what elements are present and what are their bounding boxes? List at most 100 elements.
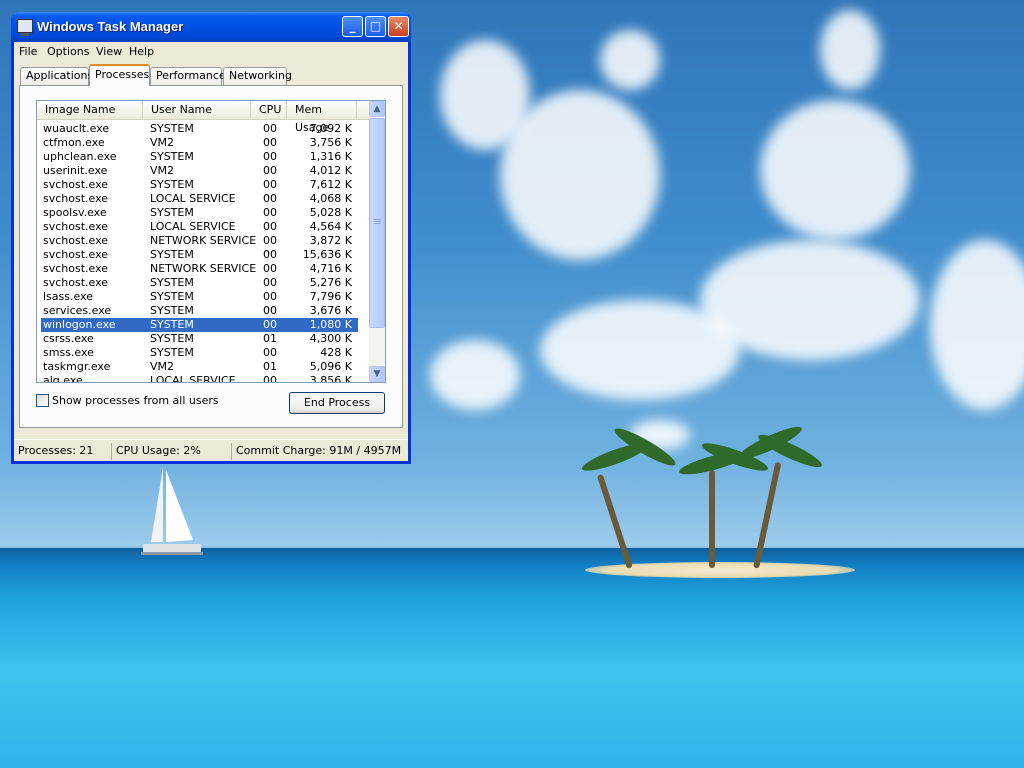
- table-row[interactable]: services.exe SYSTEM 00 3,676 K: [41, 304, 358, 318]
- table-row[interactable]: svchost.exe NETWORK SERVICE 00 4,716 K: [41, 262, 358, 276]
- task-manager-window: Windows Task Manager _ □ ✕ File Options …: [11, 12, 411, 464]
- process-name: svchost.exe: [43, 178, 109, 191]
- tab-processes[interactable]: Processes: [89, 64, 150, 86]
- table-row[interactable]: spoolsv.exe SYSTEM 00 5,028 K: [41, 206, 358, 220]
- process-mem: 3,872 K: [309, 234, 352, 247]
- process-cpu: 00: [263, 122, 277, 135]
- menu-bar: File Options View Help: [14, 42, 408, 61]
- process-name: svchost.exe: [43, 220, 109, 233]
- process-mem: 4,300 K: [309, 332, 352, 345]
- maximize-button[interactable]: □: [365, 16, 386, 37]
- process-name: lsass.exe: [43, 290, 93, 303]
- process-mem: 5,276 K: [309, 276, 352, 289]
- process-mem: 428 K: [320, 346, 352, 359]
- process-user: SYSTEM: [150, 332, 194, 345]
- process-name: smss.exe: [43, 346, 94, 359]
- process-mem: 3,676 K: [309, 304, 352, 317]
- process-name: services.exe: [43, 304, 112, 317]
- process-name: alg.exe: [43, 374, 83, 383]
- process-name: spoolsv.exe: [43, 206, 107, 219]
- scroll-up-button[interactable]: ▲: [369, 101, 385, 117]
- table-row[interactable]: svchost.exe NETWORK SERVICE 00 3,872 K: [41, 234, 358, 248]
- process-name: svchost.exe: [43, 262, 109, 275]
- tab-networking[interactable]: Networking: [223, 67, 292, 85]
- process-mem: 7,612 K: [309, 178, 352, 191]
- table-row[interactable]: userinit.exe VM2 00 4,012 K: [41, 164, 358, 178]
- vertical-scrollbar[interactable]: ▲ ▼: [369, 101, 385, 382]
- table-row[interactable]: lsass.exe SYSTEM 00 7,796 K: [41, 290, 358, 304]
- end-process-button[interactable]: End Process: [289, 392, 385, 414]
- show-all-users-label[interactable]: Show processes from all users: [52, 394, 219, 407]
- process-cpu: 01: [263, 332, 277, 345]
- status-process-count: Processes: 21: [18, 444, 94, 457]
- process-list[interactable]: Image Name User Name CPU Mem Usage wuauc…: [36, 100, 386, 383]
- table-row[interactable]: alg.exe LOCAL SERVICE 00 3,856 K: [41, 374, 358, 383]
- menu-options[interactable]: Options: [47, 45, 89, 58]
- minimize-icon: _: [349, 19, 356, 33]
- scroll-down-button[interactable]: ▼: [369, 366, 385, 382]
- column-mem-usage[interactable]: Mem Usage: [287, 101, 357, 134]
- process-mem: 4,068 K: [309, 192, 352, 205]
- process-cpu: 00: [263, 234, 277, 247]
- process-cpu: 01: [263, 360, 277, 373]
- process-cpu: 00: [263, 304, 277, 317]
- process-mem: 1,316 K: [309, 150, 352, 163]
- tab-applications[interactable]: Applications: [20, 67, 93, 85]
- process-user: SYSTEM: [150, 206, 194, 219]
- table-row[interactable]: svchost.exe SYSTEM 00 5,276 K: [41, 276, 358, 290]
- maximize-icon: □: [369, 19, 382, 33]
- process-mem: 7,092 K: [309, 122, 352, 135]
- table-row[interactable]: taskmgr.exe VM2 01 5,096 K: [41, 360, 358, 374]
- table-row[interactable]: smss.exe SYSTEM 00 428 K: [41, 346, 358, 360]
- minimize-button[interactable]: _: [342, 16, 363, 37]
- process-cpu: 00: [263, 192, 277, 205]
- table-row[interactable]: svchost.exe SYSTEM 00 15,636 K: [41, 248, 358, 262]
- process-cpu: 00: [263, 178, 277, 191]
- table-row[interactable]: wuauclt.exe SYSTEM 00 7,092 K: [41, 122, 358, 136]
- table-row[interactable]: winlogon.exe SYSTEM 00 1,080 K: [41, 318, 358, 332]
- process-cpu: 00: [263, 220, 277, 233]
- process-cpu: 00: [263, 262, 277, 275]
- tab-performance[interactable]: Performance: [150, 67, 226, 85]
- show-all-users-checkbox[interactable]: [36, 394, 49, 407]
- process-cpu: 00: [263, 374, 277, 383]
- process-mem: 5,096 K: [309, 360, 352, 373]
- status-commit-charge: Commit Charge: 91M / 4957M: [231, 443, 408, 460]
- close-button[interactable]: ✕: [388, 16, 409, 37]
- process-user: SYSTEM: [150, 318, 194, 331]
- process-mem: 4,012 K: [309, 164, 352, 177]
- scroll-thumb[interactable]: [369, 118, 385, 328]
- menu-help[interactable]: Help: [129, 45, 154, 58]
- process-name: taskmgr.exe: [43, 360, 111, 373]
- process-mem: 7,796 K: [309, 290, 352, 303]
- table-row[interactable]: uphclean.exe SYSTEM 00 1,316 K: [41, 150, 358, 164]
- status-bar: Processes: 21 CPU Usage: 2% Commit Charg…: [14, 439, 408, 462]
- table-row[interactable]: svchost.exe LOCAL SERVICE 00 4,564 K: [41, 220, 358, 234]
- table-row[interactable]: ctfmon.exe VM2 00 3,756 K: [41, 136, 358, 150]
- close-icon: ✕: [393, 19, 404, 33]
- process-user: NETWORK SERVICE: [150, 262, 257, 275]
- process-name: winlogon.exe: [43, 318, 116, 331]
- column-user-name[interactable]: User Name: [143, 101, 251, 119]
- table-row[interactable]: csrss.exe SYSTEM 01 4,300 K: [41, 332, 358, 346]
- column-cpu[interactable]: CPU: [251, 101, 287, 119]
- title-bar[interactable]: Windows Task Manager _ □ ✕: [11, 12, 411, 42]
- process-user: LOCAL SERVICE: [150, 220, 236, 233]
- table-row[interactable]: svchost.exe SYSTEM 00 7,612 K: [41, 178, 358, 192]
- process-mem: 3,756 K: [309, 136, 352, 149]
- process-user: NETWORK SERVICE: [150, 234, 257, 247]
- menu-file[interactable]: File: [19, 45, 37, 58]
- column-image-name[interactable]: Image Name: [37, 101, 143, 119]
- process-name: uphclean.exe: [43, 150, 117, 163]
- window-title: Windows Task Manager: [37, 19, 184, 34]
- process-cpu: 00: [263, 318, 277, 331]
- process-user: SYSTEM: [150, 346, 194, 359]
- menu-view[interactable]: View: [96, 45, 122, 58]
- scroll-down-icon: ▼: [373, 369, 381, 379]
- process-cpu: 00: [263, 136, 277, 149]
- process-name: svchost.exe: [43, 192, 109, 205]
- table-row[interactable]: svchost.exe LOCAL SERVICE 00 4,068 K: [41, 192, 358, 206]
- process-name: csrss.exe: [43, 332, 94, 345]
- process-user: SYSTEM: [150, 304, 194, 317]
- process-name: wuauclt.exe: [43, 122, 110, 135]
